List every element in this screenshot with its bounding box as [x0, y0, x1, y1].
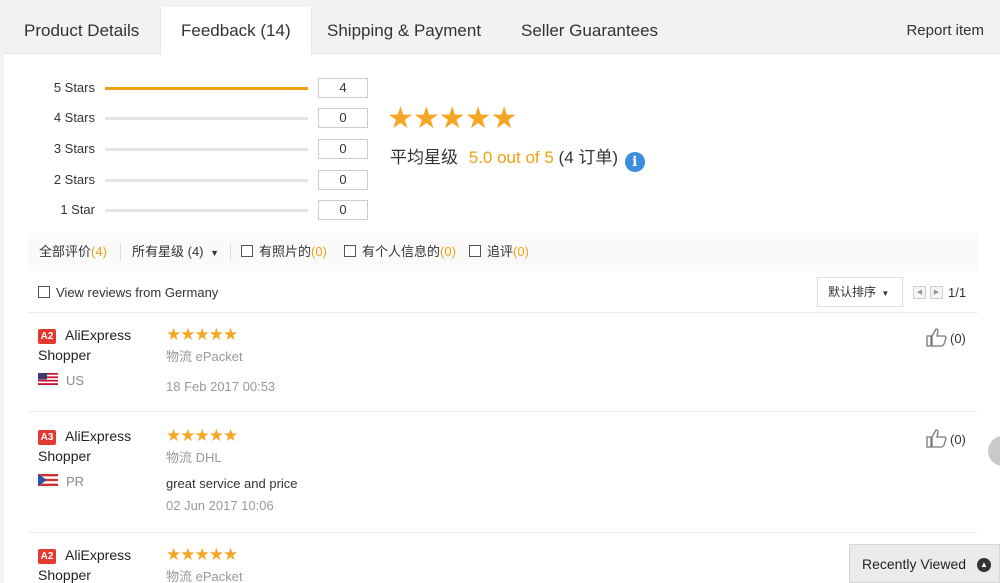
divider: [120, 243, 121, 261]
reviewer-country: PR: [66, 474, 85, 489]
filter-followup[interactable]: 追评(0): [469, 233, 529, 271]
average-score: 5.0 out of 5: [468, 148, 554, 167]
personal-info-checkbox[interactable]: [344, 245, 356, 257]
filter-all[interactable]: 全部评价(4): [39, 233, 107, 271]
histogram-count: 0: [318, 200, 368, 220]
helpful-button[interactable]: (0): [926, 327, 966, 349]
histogram-label: 3 Stars: [53, 141, 95, 156]
histogram-label: 1 Star: [60, 202, 95, 217]
histogram-row-5: 5 Stars 4: [4, 78, 374, 98]
histogram-label: 2 Stars: [53, 172, 95, 187]
recently-viewed-label: Recently Viewed: [862, 556, 967, 572]
followup-checkbox[interactable]: [469, 245, 481, 257]
average-stars: ★★★★★: [387, 102, 517, 135]
report-item-link[interactable]: Report item: [906, 7, 984, 54]
histogram-bar: [105, 117, 308, 120]
photos-checkbox[interactable]: [241, 245, 253, 257]
view-germany-label: View reviews from Germany: [56, 285, 219, 300]
filter-personal-label: 有个人信息的: [362, 244, 441, 259]
reviewer-name: AliExpress Shopper: [38, 547, 132, 583]
histogram-count: 0: [318, 108, 368, 128]
filter-all-count: (4): [91, 244, 107, 259]
divider: [28, 532, 978, 533]
filter-bar: 全部评价(4) 所有星级 (4) ▼ 有照片的(0) 有个人信息的(0) 追评(…: [28, 233, 978, 271]
thumbs-up-icon: [926, 328, 947, 347]
filter-followup-count: (0): [513, 244, 529, 259]
sort-selected: 默认排序: [828, 285, 877, 299]
review-logistics: 物流 ePacket: [166, 349, 243, 364]
review-stars: ★★★★★: [166, 325, 238, 344]
histogram-count: 0: [318, 139, 368, 159]
reviewer-name: AliExpress Shopper: [38, 327, 132, 363]
review-date: 18 Feb 2017 00:53: [166, 379, 276, 394]
divider: [28, 312, 978, 313]
star-filter-label: 所有星级 (4): [132, 244, 204, 259]
view-germany-option[interactable]: View reviews from Germany: [38, 283, 218, 303]
chevron-down-icon: ▼: [881, 289, 890, 298]
histogram-row-4: 4 Stars 0: [4, 108, 374, 128]
tab-seller-guarantees[interactable]: Seller Guarantees: [501, 7, 678, 54]
histogram-count: 4: [318, 78, 368, 98]
tab-product-details[interactable]: Product Details: [4, 7, 159, 54]
histogram-row-1: 1 Star 0: [4, 200, 374, 220]
helpful-count: (0): [950, 331, 966, 346]
histogram-bar: [105, 148, 308, 151]
filter-personal-count: (0): [440, 244, 456, 259]
tab-feedback[interactable]: Feedback (14): [160, 7, 312, 55]
histogram-label: 4 Stars: [53, 110, 95, 125]
chevron-down-icon: ▼: [210, 248, 220, 258]
average-rating: 平均星级 5.0 out of 5 (4 订单) i: [390, 146, 645, 172]
thumbs-up-icon: [926, 429, 947, 448]
star-filter-select[interactable]: 所有星级 (4) ▼: [132, 233, 219, 272]
germany-checkbox[interactable]: [38, 286, 50, 298]
histogram-row-3: 3 Stars 0: [4, 139, 374, 159]
filter-personal-info[interactable]: 有个人信息的(0): [344, 233, 456, 271]
review-date: 02 Jun 2017 10:06: [166, 498, 274, 513]
filter-photos[interactable]: 有照片的(0): [241, 233, 327, 271]
divider: [230, 243, 231, 261]
pr-flag-icon: [38, 474, 58, 486]
average-label: 平均星级: [390, 148, 458, 167]
histogram-count: 0: [318, 170, 368, 190]
reviewer-country: US: [66, 373, 85, 388]
review-logistics: 物流 DHL: [166, 450, 222, 465]
histogram-bar: [105, 179, 308, 182]
product-page: Product Details Feedback (14) Shipping &…: [4, 7, 1000, 583]
recently-viewed-panel[interactable]: Recently Viewed ▲: [849, 544, 1000, 583]
review-stars: ★★★★★: [166, 426, 238, 445]
reviewer-name: AliExpress Shopper: [38, 428, 132, 464]
review-stars: ★★★★★: [166, 545, 238, 564]
helpful-count: (0): [950, 432, 966, 447]
filter-all-label: 全部评价: [39, 244, 92, 259]
filter-followup-label: 追评: [487, 244, 514, 259]
review-text: great service and price: [166, 476, 298, 491]
next-page-button[interactable]: ▶: [930, 286, 943, 299]
histogram-row-2: 2 Stars 0: [4, 170, 374, 190]
prev-page-button[interactable]: ◀: [913, 286, 926, 299]
order-count: (4 订单): [558, 148, 619, 167]
tab-bar: Product Details Feedback (14) Shipping &…: [4, 7, 1000, 55]
chevron-up-icon[interactable]: ▲: [977, 558, 991, 572]
info-icon[interactable]: i: [624, 152, 645, 172]
sort-select[interactable]: 默认排序 ▼: [817, 277, 903, 307]
histogram-bar: [105, 209, 308, 212]
page-indicator: 1/1: [948, 285, 967, 300]
tab-shipping-payment[interactable]: Shipping & Payment: [307, 7, 501, 54]
helpful-button[interactable]: (0): [926, 428, 966, 450]
us-flag-icon: [38, 373, 58, 385]
divider: [28, 411, 978, 412]
histogram-bar: [105, 87, 308, 90]
filter-photos-label: 有照片的: [259, 244, 312, 259]
review-logistics: 物流 ePacket: [166, 569, 243, 583]
histogram-label: 5 Stars: [53, 80, 95, 95]
filter-photos-count: (0): [311, 244, 327, 259]
